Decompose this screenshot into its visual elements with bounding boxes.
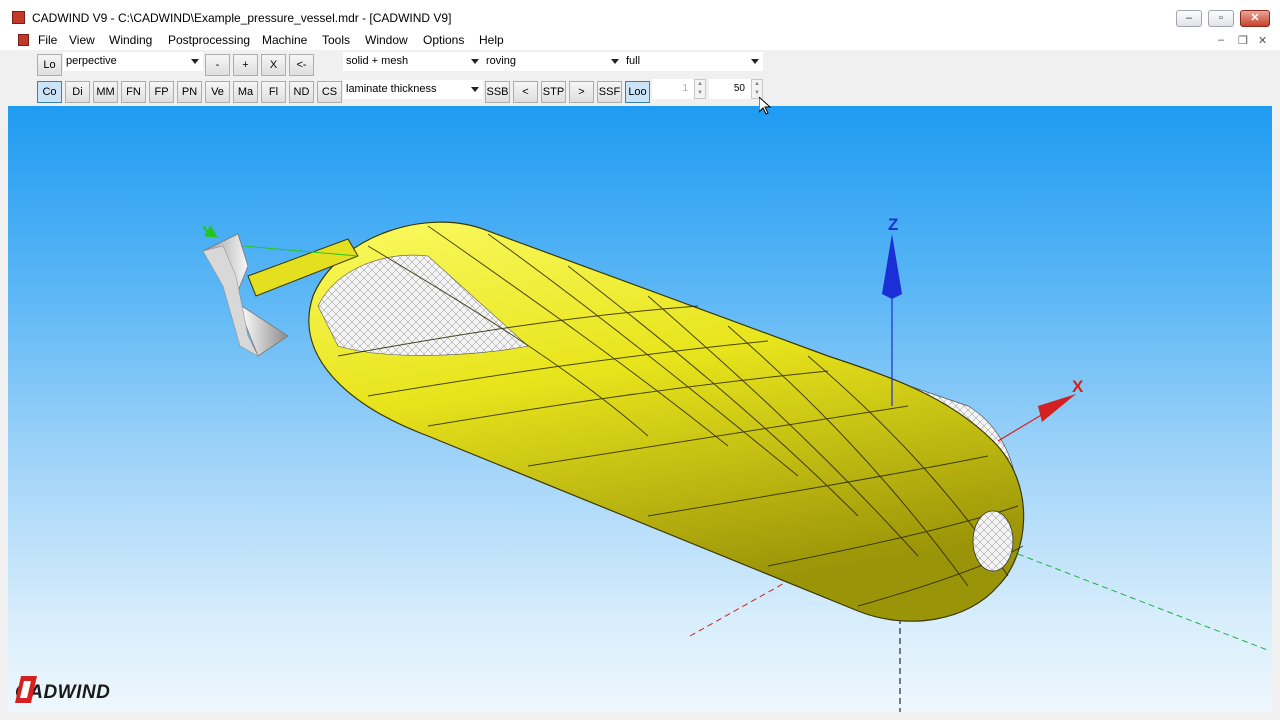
- title-bar: CADWIND V9 - C:\CADWIND\Example_pressure…: [0, 0, 1280, 32]
- delivery-eye: [202, 233, 289, 357]
- window-title: CADWIND V9 - C:\CADWIND\Example_pressure…: [32, 11, 452, 25]
- from-spinbox[interactable]: 1: [652, 79, 694, 99]
- menu-window[interactable]: Window: [365, 33, 408, 47]
- zoom-out-button[interactable]: -: [205, 54, 230, 76]
- polar-opening: [972, 510, 1014, 572]
- 3d-viewport[interactable]: Y Z X CADWIND: [8, 106, 1272, 712]
- to-spinbox[interactable]: 50: [709, 79, 751, 99]
- zoom-in-button[interactable]: +: [233, 54, 258, 76]
- display-mode-value: solid + mesh: [346, 55, 409, 67]
- chevron-down-icon: [191, 59, 199, 64]
- menu-machine[interactable]: Machine: [262, 33, 307, 47]
- menu-help[interactable]: Help: [479, 33, 504, 47]
- result-type-value: laminate thickness: [346, 83, 437, 95]
- extent-value: full: [626, 55, 641, 67]
- x-button[interactable]: X: [261, 54, 286, 76]
- ve-button[interactable]: Ve: [205, 81, 230, 103]
- back-button[interactable]: <-: [289, 54, 314, 76]
- next-button[interactable]: >: [569, 81, 594, 103]
- wound-vessel: [308, 221, 1025, 622]
- menu-winding[interactable]: Winding: [109, 33, 152, 47]
- z-axis-arrow: [882, 234, 902, 299]
- projection-select[interactable]: perpective: [63, 52, 203, 71]
- chevron-down-icon: [471, 87, 479, 92]
- ssf-button[interactable]: SSF: [597, 81, 622, 103]
- mdi-restore-button[interactable]: ❐: [1238, 34, 1248, 47]
- result-type-select[interactable]: laminate thickness: [343, 80, 483, 99]
- close-button[interactable]: ✕: [1240, 10, 1270, 27]
- di-button[interactable]: Di: [65, 81, 90, 103]
- chevron-down-icon: [751, 59, 759, 64]
- x-axis-dashed-line: [1017, 553, 1271, 652]
- menu-options[interactable]: Options: [423, 33, 464, 47]
- to-spin-arrows[interactable]: ▲ ▼: [751, 79, 763, 99]
- lo-button[interactable]: Lo: [37, 54, 62, 76]
- chevron-down-icon: [611, 59, 619, 64]
- menu-file[interactable]: File: [38, 33, 57, 47]
- app-icon[interactable]: [12, 11, 25, 24]
- y-axis-dashed-line: [689, 580, 789, 637]
- fl-button[interactable]: Fl: [261, 81, 286, 103]
- ssb-button[interactable]: SSB: [485, 81, 510, 103]
- co-button[interactable]: Co: [37, 81, 62, 103]
- previous-button[interactable]: <: [513, 81, 538, 103]
- y-axis-label: Y: [202, 224, 213, 241]
- menu-tools[interactable]: Tools: [322, 33, 350, 47]
- extent-select[interactable]: full: [623, 52, 763, 71]
- from-spin-arrows[interactable]: ▲ ▼: [694, 79, 706, 99]
- nd-button[interactable]: ND: [289, 81, 314, 103]
- cs-button[interactable]: CS: [317, 81, 342, 103]
- document-icon[interactable]: [18, 34, 29, 46]
- mouse-cursor-icon: [759, 97, 771, 115]
- material-select[interactable]: roving: [483, 52, 623, 71]
- ma-button[interactable]: Ma: [233, 81, 258, 103]
- menu-bar: File View Winding Postprocessing Machine…: [0, 32, 1280, 50]
- minimize-button[interactable]: –: [1176, 10, 1202, 27]
- menu-view[interactable]: View: [69, 33, 95, 47]
- x-axis-label: X: [1072, 377, 1084, 396]
- toolbar: Lo perpective - + X <- solid + mesh rovi…: [0, 50, 1280, 106]
- mdi-close-button[interactable]: ✕: [1258, 34, 1267, 47]
- x-axis-arrow: [1038, 394, 1076, 422]
- mdi-minimize-button[interactable]: –: [1218, 34, 1224, 46]
- mm-button[interactable]: MM: [93, 81, 118, 103]
- fn-button[interactable]: FN: [121, 81, 146, 103]
- display-mode-select[interactable]: solid + mesh: [343, 52, 483, 71]
- pn-button[interactable]: PN: [177, 81, 202, 103]
- chevron-down-icon: [471, 59, 479, 64]
- maximize-button[interactable]: ▫: [1208, 10, 1234, 27]
- material-value: roving: [486, 55, 516, 67]
- loo-button[interactable]: Loo: [625, 81, 650, 103]
- z-axis-label: Z: [888, 215, 898, 234]
- cadwind-logo: CADWIND: [15, 676, 147, 706]
- menu-postprocessing[interactable]: Postprocessing: [168, 33, 250, 47]
- logo-mark-icon: [15, 676, 37, 703]
- stp-button[interactable]: STP: [541, 81, 566, 103]
- scene-canvas: Y Z X: [202, 215, 1271, 712]
- fp-button[interactable]: FP: [149, 81, 174, 103]
- projection-value: perpective: [66, 55, 117, 67]
